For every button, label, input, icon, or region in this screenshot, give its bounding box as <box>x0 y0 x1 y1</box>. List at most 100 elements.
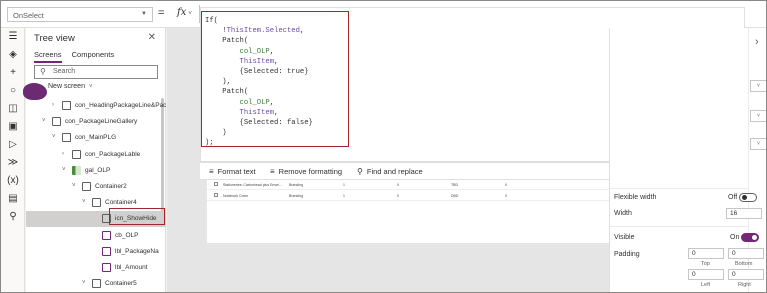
tree-item-label: Container4 <box>105 199 137 207</box>
tree-item[interactable]: ˅ Container5 <box>26 276 166 292</box>
tree-item[interactable]: ˅ con_MainPLG <box>26 130 166 146</box>
media-icon[interactable]: ▣ <box>6 120 20 134</box>
tree-item-label: con_HeadingPackageLine&Packa <box>75 102 166 109</box>
toggle-knob <box>742 195 747 200</box>
format-text-button[interactable]: ≡ Format text <box>209 167 256 176</box>
property-dropdown[interactable]: OnSelect ▼ <box>7 7 153 22</box>
search-icon: ⚲ <box>40 67 46 76</box>
remove-formatting-button[interactable]: ≡ Remove formatting <box>270 167 342 176</box>
insert-plus-icon[interactable]: + <box>6 66 20 80</box>
label-icon <box>102 246 111 256</box>
variables-icon[interactable]: (x) <box>6 174 20 188</box>
padding-right-input[interactable]: 0 <box>728 269 764 280</box>
close-icon[interactable]: ✕ <box>148 32 156 43</box>
tree-item-label: lbl_Amount <box>115 264 148 271</box>
hamburger-menu-icon[interactable]: ☰ <box>6 30 20 44</box>
fx-button[interactable]: fx ˅ <box>177 7 192 18</box>
chevron-right-icon[interactable]: › <box>52 102 54 108</box>
fx-label: fx <box>177 7 187 18</box>
padding-label: Padding <box>614 251 640 258</box>
chevron-down-icon[interactable]: ˅ <box>62 167 66 173</box>
dropdown[interactable]: ˅ <box>750 110 766 122</box>
flexible-width-toggle[interactable] <box>739 193 757 202</box>
width-input[interactable]: 16 <box>726 208 762 219</box>
container-icon <box>92 198 101 208</box>
find-replace-label: Find and replace <box>366 167 423 176</box>
search-placeholder: Search <box>53 68 76 75</box>
code-line: col_OLP, <box>239 47 275 56</box>
tree-item[interactable]: lbl_Amount <box>26 260 166 276</box>
code-line: ), <box>205 78 231 87</box>
app-window: OnSelect ▼ = fx ˅ ☰ ◈ + ○ ◫ ▣ ▷ ≫ (x) ▤ ⚲… <box>0 0 767 293</box>
code-line: ) <box>205 129 227 138</box>
dropdown[interactable]: ˅ <box>750 80 766 92</box>
table-cell: Notebook Cover <box>223 194 249 198</box>
chevron-down-icon[interactable]: ˅ <box>82 280 86 286</box>
checkbox[interactable] <box>214 193 218 197</box>
check-icon <box>102 230 111 240</box>
visible-toggle[interactable] <box>741 233 759 242</box>
tree-item[interactable]: › con_PackageLable <box>26 147 166 163</box>
padding-bottom-input[interactable]: 0 <box>728 248 764 259</box>
tree-item[interactable]: ˅ gal_OLP <box>26 163 166 179</box>
tree-item[interactable]: › con_HeadingPackageLine&Packa <box>26 98 166 114</box>
tree-item[interactable]: ˅ con_PackageLineGallery <box>26 114 166 130</box>
tab-components[interactable]: Components <box>72 50 115 61</box>
code-line: ); <box>205 139 214 148</box>
flexible-width-label: Flexible width <box>614 194 657 201</box>
divider <box>610 188 748 189</box>
search-input[interactable]: ⚲ Search <box>34 65 158 79</box>
code-line: !ThisItem.Selected, <box>205 27 305 36</box>
chevron-down-icon[interactable]: ˅ <box>42 118 46 124</box>
power-automate-icon[interactable]: ≫ <box>6 156 20 170</box>
layers-icon[interactable]: ◈ <box>6 48 20 62</box>
width-label: Width <box>614 210 632 217</box>
remove-formatting-icon: ≡ <box>270 167 275 176</box>
tree-item-label: gal_OLP <box>85 166 111 174</box>
padding-left-input[interactable]: 0 <box>688 269 724 280</box>
divider <box>610 226 748 227</box>
chevron-down-icon[interactable]: ˅ <box>52 134 56 140</box>
find-replace-button[interactable]: ⚲ Find and replace <box>357 167 423 176</box>
container-icon <box>52 117 61 127</box>
properties-header-area <box>610 28 748 163</box>
settings-icon[interactable]: ▤ <box>6 192 20 206</box>
padding-right-caption: Right <box>738 282 751 288</box>
formula-code[interactable]: If( !ThisItem.Selected, Patch( col_OLP, … <box>205 16 313 149</box>
chevron-down-icon: ▼ <box>141 11 147 17</box>
search-icon[interactable]: ⚲ <box>6 210 20 224</box>
properties-panel: › ˅ ˅ ˅ Flexible width Off Width 16 Visi… <box>609 28 766 292</box>
code-line: ThisItem, <box>239 57 279 66</box>
flexible-width-state: Off <box>728 194 738 201</box>
table-cell: 0 <box>505 183 507 187</box>
data-icon[interactable]: ◫ <box>6 102 20 116</box>
equals-sign: = <box>158 7 165 19</box>
chevron-right-icon[interactable]: › <box>62 151 64 157</box>
chevron-down-icon[interactable]: ˅ <box>72 183 76 189</box>
chevron-down-icon[interactable]: ˅ <box>82 199 86 205</box>
tree-item[interactable]: ˅ Container2 <box>26 179 166 195</box>
container-icon <box>72 149 81 159</box>
table-cell: 0 <box>397 183 399 187</box>
code-line: {Selected: true} <box>205 68 309 77</box>
visible-label: Visible <box>614 234 635 241</box>
checkbox[interactable] <box>214 182 218 186</box>
tab-screens[interactable]: Screens <box>34 50 62 63</box>
tree-view-panel: Tree view ✕ Screens Components ⚲ Search … <box>23 28 166 292</box>
table-cell: 0 <box>397 194 399 198</box>
dropdown[interactable]: ˅ <box>750 138 766 150</box>
padding-top-input[interactable]: 0 <box>688 248 724 259</box>
tree-item[interactable]: cb_OLP <box>26 228 166 244</box>
tree-item[interactable]: lbl_PackageNa <box>26 244 166 260</box>
tree-item-label: Container5 <box>105 280 137 288</box>
theme-icon[interactable]: ○ <box>6 84 20 98</box>
tree-item-label: lbl_PackageNa <box>115 247 159 255</box>
tree-item-label: con_PackageLable <box>85 150 141 158</box>
chevron-down-icon: ˅ <box>188 11 192 17</box>
chevron-right-icon[interactable]: › <box>755 36 759 48</box>
table-cell: DBD <box>451 194 459 198</box>
advanced-tools-icon[interactable]: ▷ <box>6 138 20 152</box>
padding-left-caption: Left <box>701 282 711 288</box>
toggle-knob <box>752 235 757 240</box>
new-screen-button[interactable]: New screen ˅ <box>48 83 92 90</box>
